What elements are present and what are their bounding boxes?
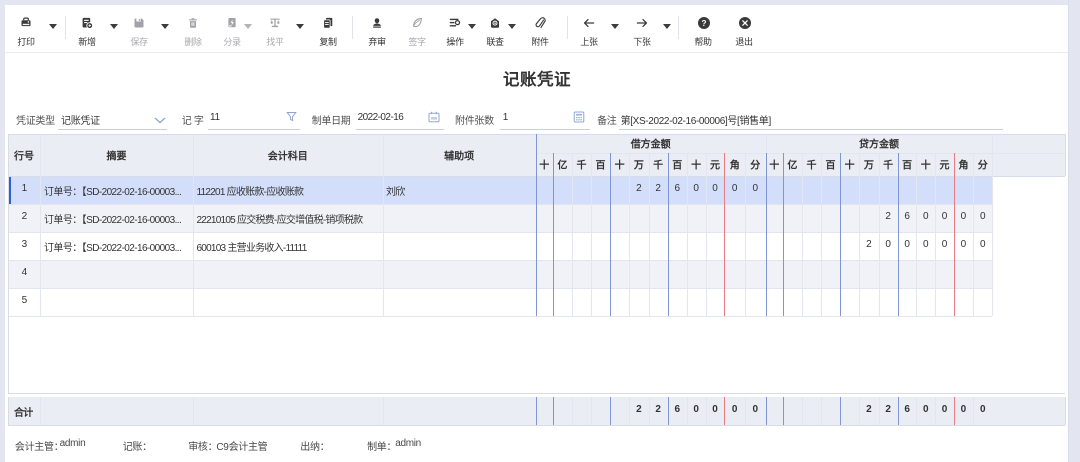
svg-text:?: ?: [701, 18, 706, 27]
